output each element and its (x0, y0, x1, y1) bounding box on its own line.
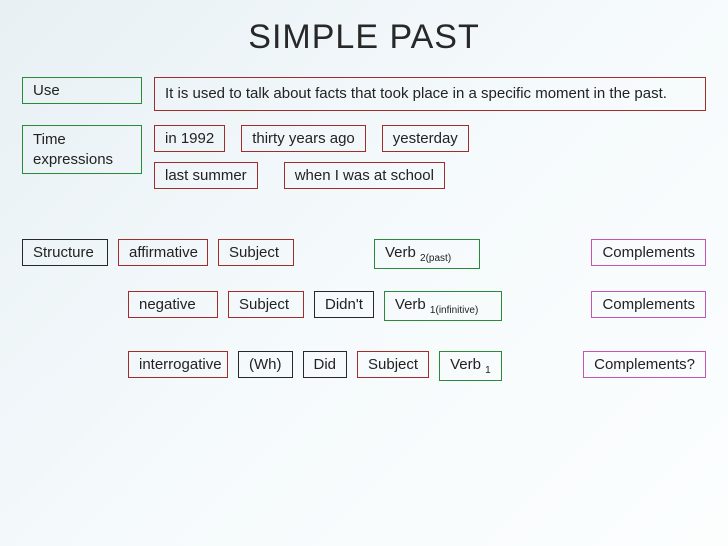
time-expr: when I was at school (284, 162, 445, 189)
negative-row: negative Subject Didn't Verb 1(infinitiv… (22, 291, 706, 321)
affirmative-label: affirmative (118, 239, 208, 266)
time-expr: in 1992 (154, 125, 225, 152)
time-label: Time expressions (22, 125, 142, 174)
time-expr: thirty years ago (241, 125, 366, 152)
negative-subject: Subject (228, 291, 304, 318)
interrogative-complements: Complements? (583, 351, 706, 378)
verb-text: Verb (395, 296, 430, 313)
verb-sub: 1(infinitive) (430, 305, 478, 316)
page-title: SIMPLE PAST (22, 18, 706, 57)
interrogative-helper: Did (303, 351, 348, 378)
use-label: Use (22, 77, 142, 104)
use-row: Use It is used to talk about facts that … (22, 77, 706, 111)
interrogative-verb: Verb 1 (439, 351, 502, 381)
interrogative-wh: (Wh) (238, 351, 293, 378)
negative-verb: Verb 1(infinitive) (384, 291, 502, 321)
verb-sub: 2(past) (420, 253, 451, 264)
structure-label: Structure (22, 239, 108, 266)
time-row: Time expressions in 1992 thirty years ag… (22, 125, 706, 189)
affirmative-row: Structure affirmative Subject Verb 2(pas… (22, 239, 706, 269)
verb-text: Verb (450, 356, 485, 373)
verb-sub: 1 (485, 365, 491, 376)
negative-complements: Complements (591, 291, 706, 318)
verb-text: Verb (385, 244, 420, 261)
affirmative-subject: Subject (218, 239, 294, 266)
use-description: It is used to talk about facts that took… (154, 77, 706, 111)
interrogative-subject: Subject (357, 351, 429, 378)
negative-helper: Didn't (314, 291, 374, 318)
time-expr: yesterday (382, 125, 469, 152)
affirmative-verb: Verb 2(past) (374, 239, 480, 269)
interrogative-label: interrogative (128, 351, 228, 378)
negative-label: negative (128, 291, 218, 318)
interrogative-row: interrogative (Wh) Did Subject Verb 1 Co… (22, 351, 706, 381)
affirmative-complements: Complements (591, 239, 706, 266)
time-expr: last summer (154, 162, 258, 189)
